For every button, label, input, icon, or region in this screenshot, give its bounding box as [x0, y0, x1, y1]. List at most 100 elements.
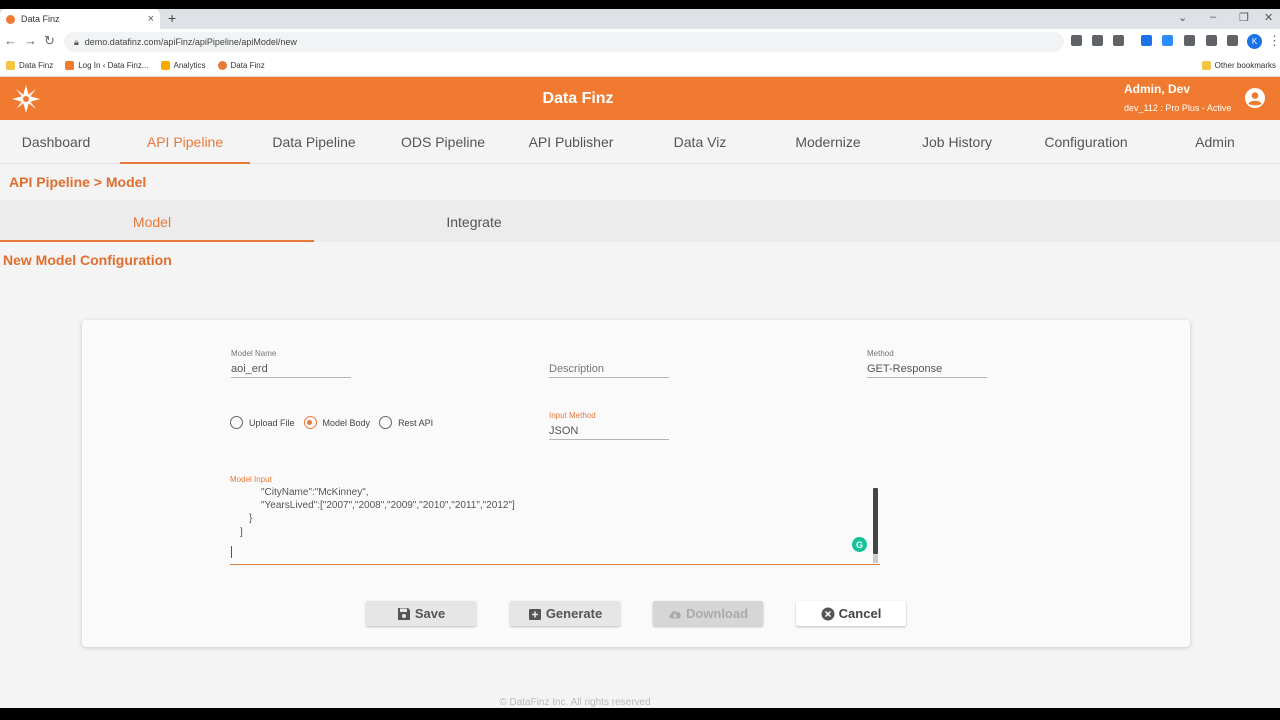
cancel-icon — [821, 607, 835, 620]
input-method-select[interactable] — [549, 422, 669, 440]
zoom-extension-icon[interactable] — [1162, 35, 1173, 46]
browser-menu-icon[interactable]: ⋮ — [1268, 33, 1280, 49]
nav-admin[interactable]: Admin — [1195, 134, 1235, 150]
nav-api-publisher[interactable]: API Publisher — [529, 134, 614, 150]
save-button-label: Save — [414, 606, 446, 621]
browser-toolbar: ← → ↻ 🔒︎ demo.datafinz.com/apiFinz/apiPi… — [0, 29, 1280, 55]
puzzle-icon[interactable] — [1184, 35, 1195, 46]
star-icon[interactable] — [1113, 35, 1124, 46]
scrollbar-track[interactable] — [873, 554, 878, 563]
new-tab-icon[interactable]: + — [168, 10, 176, 26]
bookmark-item[interactable]: Data Finz — [6, 61, 53, 70]
radio-circle-selected — [303, 416, 317, 429]
model-input-textarea[interactable]: "CityName":"McKinney", "YearsLived":["20… — [230, 485, 880, 565]
account-icon[interactable] — [1244, 87, 1266, 109]
bookmark-label: Analytics — [173, 61, 206, 70]
tab-integrate[interactable]: Integrate — [446, 214, 501, 230]
nav-configuration[interactable]: Configuration — [1044, 134, 1127, 150]
tab-search-icon[interactable]: ⌄ — [1178, 11, 1187, 24]
bookmark-site-icon — [65, 61, 75, 70]
window-close-icon[interactable]: ✕ — [1264, 11, 1273, 24]
code-line: } — [249, 513, 253, 524]
download-button-label: Download — [685, 606, 749, 621]
lock-icon: 🔒︎ — [74, 36, 79, 47]
other-bookmarks[interactable]: Other bookmarks — [1201, 61, 1276, 70]
nav-data-viz[interactable]: Data Viz — [674, 134, 727, 150]
text-caret — [231, 546, 232, 558]
generate-icon — [528, 608, 541, 620]
analytics-icon — [160, 61, 170, 70]
bookmark-item[interactable]: Log In ‹ Data Finz... — [65, 61, 149, 70]
method-label: Method — [867, 349, 894, 358]
reading-list-icon[interactable] — [1206, 35, 1217, 46]
bookmark-item[interactable]: Analytics — [160, 61, 206, 70]
restore-icon[interactable]: ❐ — [1239, 11, 1249, 24]
description-input[interactable] — [549, 360, 669, 378]
user-name[interactable]: Admin, Dev — [1124, 82, 1190, 96]
sub-tabs: Model Integrate — [0, 200, 1280, 242]
forward-icon[interactable]: → — [24, 33, 37, 48]
key-icon[interactable] — [1071, 35, 1082, 46]
download-button[interactable]: Download — [653, 601, 763, 626]
main-nav: Dashboard API Pipeline Data Pipeline ODS… — [0, 120, 1280, 164]
nav-dashboard[interactable]: Dashboard — [22, 134, 91, 150]
extension-icon[interactable] — [1141, 35, 1152, 46]
radio-model-body[interactable]: Model Body — [303, 416, 371, 429]
grammarly-icon[interactable]: G — [852, 537, 867, 552]
code-line: "YearsLived":["2007","2008","2009","2010… — [261, 500, 515, 511]
save-button[interactable]: Save — [366, 601, 476, 626]
user-role: dev_112 : Pro Plus - Active — [1124, 103, 1232, 113]
save-icon — [397, 607, 410, 620]
description-field — [549, 349, 669, 378]
radio-circle — [230, 416, 243, 429]
input-source-radios: Upload File Model Body Rest API — [230, 416, 442, 429]
model-config-card: Model Name Method Upload File Model Body… — [82, 320, 1190, 647]
nav-modernize[interactable]: Modernize — [795, 134, 860, 150]
model-name-label: Model Name — [231, 349, 277, 358]
favicon-icon — [6, 14, 15, 24]
side-panel-icon[interactable] — [1227, 35, 1238, 46]
minimize-icon[interactable]: – — [1210, 11, 1216, 23]
footer-copyright: © DataFinz Inc. All rights reserved — [499, 697, 651, 708]
nav-data-pipeline[interactable]: Data Pipeline — [272, 134, 355, 150]
input-method-field: Input Method — [549, 411, 669, 440]
scrollbar-thumb[interactable] — [873, 488, 878, 554]
bookmark-label: Data Finz — [230, 61, 265, 70]
radio-upload-file[interactable]: Upload File — [230, 416, 295, 429]
method-field: Method — [867, 349, 987, 378]
cloud-download-icon — [669, 610, 681, 618]
bookmark-label: Log In ‹ Data Finz... — [78, 61, 149, 70]
breadcrumb: API Pipeline > Model — [9, 174, 147, 190]
nav-ods-pipeline[interactable]: ODS Pipeline — [401, 134, 485, 150]
profile-avatar[interactable]: K — [1247, 34, 1262, 49]
cancel-button-label: Cancel — [838, 606, 882, 621]
model-name-field: Model Name — [231, 349, 351, 378]
radio-label: Model Body — [322, 417, 371, 428]
radio-label: Upload File — [249, 417, 295, 428]
url-text: demo.datafinz.com/apiFinz/apiPipeline/ap… — [84, 37, 297, 47]
close-tab-icon[interactable]: × — [148, 13, 154, 25]
bookmark-item[interactable]: Data Finz — [217, 61, 265, 70]
radio-label: Rest API — [398, 417, 434, 428]
model-name-input[interactable] — [231, 360, 351, 378]
section-title: New Model Configuration — [3, 252, 172, 268]
radio-rest-api[interactable]: Rest API — [379, 416, 433, 429]
address-bar[interactable]: 🔒︎ demo.datafinz.com/apiFinz/apiPipeline… — [64, 32, 1064, 52]
bookmark-folder-icon — [6, 61, 15, 70]
code-line: ] — [240, 527, 243, 538]
browser-tab-title: Data Finz — [21, 14, 60, 24]
generate-button[interactable]: Generate — [510, 601, 620, 626]
nav-job-history[interactable]: Job History — [922, 134, 992, 150]
bookmark-site-icon — [217, 61, 227, 70]
method-select[interactable] — [867, 360, 987, 378]
share-icon[interactable] — [1092, 35, 1103, 46]
app-header: Data Finz Admin, Dev dev_112 : Pro Plus … — [0, 77, 1280, 120]
cancel-button[interactable]: Cancel — [796, 601, 906, 626]
browser-tab[interactable]: Data Finz × — [0, 9, 160, 29]
bookmark-label: Data Finz — [19, 61, 54, 70]
reload-icon[interactable]: ↻ — [44, 33, 55, 49]
generate-button-label: Generate — [545, 606, 603, 621]
nav-api-pipeline[interactable]: API Pipeline — [147, 134, 223, 150]
back-icon[interactable]: ← — [4, 33, 17, 48]
tab-model[interactable]: Model — [133, 214, 171, 230]
